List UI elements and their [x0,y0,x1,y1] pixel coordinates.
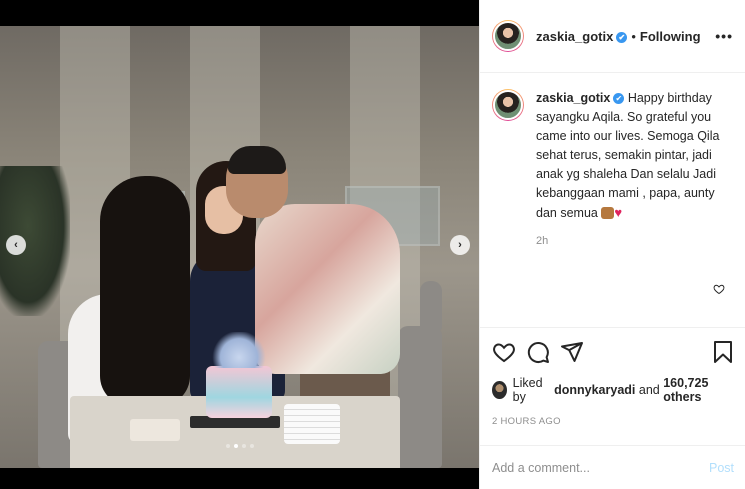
likes-prefix: Liked by [512,376,543,404]
action-bar [492,328,734,376]
likes-summary: Liked by donnykaryadi and 160,725 others [492,376,734,404]
like-button[interactable] [492,340,516,364]
heart-icon [493,343,515,363]
caption-username[interactable]: zaskia_gotix [536,91,610,105]
birthday-cake [206,366,272,418]
caption-avatar[interactable] [492,89,524,121]
post-timestamp[interactable]: 2 HOURS AGO [492,416,734,427]
woman-hair [100,176,190,406]
man-figure [255,204,400,374]
liker-username[interactable]: donnykaryadi [554,383,635,397]
comments-section: zaskia_gotix ✔ Happy birthday sayangku Aq… [480,73,745,327]
likes-and: and [638,383,660,397]
heart-emoji-icon: ♥ [614,205,623,220]
caption-text: Happy birthday sayangku Aqila. So gratef… [536,91,720,220]
post-media: ‹ › [0,0,479,489]
man-hair [228,146,286,174]
liker-avatar[interactable] [492,381,507,399]
likes-count[interactable]: 160,725 others [663,376,734,404]
actions-area: Liked by donnykaryadi and 160,725 others… [480,327,745,433]
username-text[interactable]: zaskia_gotix [536,29,613,44]
heart-outline-icon [713,284,725,295]
avatar[interactable] [492,20,524,52]
comment-input[interactable] [492,460,709,475]
post-header: zaskia_gotix ✔ • Following ••• [480,0,745,73]
comment-icon [527,342,549,363]
separator-dot: • [631,28,636,44]
post-button[interactable]: Post [709,461,734,475]
comment-form: Post [480,445,745,489]
share-button[interactable] [560,340,584,364]
comment-button[interactable] [526,340,550,364]
carousel-dot-active [233,444,238,448]
carousel-dot [249,444,254,448]
carousel-dot [225,444,230,448]
plates-stack [284,404,340,444]
verified-badge-icon: ✔ [613,93,625,104]
cake-decoration [212,332,266,368]
post-photo[interactable] [0,26,479,468]
carousel-next-button[interactable]: › [450,235,470,255]
share-icon [561,342,583,362]
post-sidebar: zaskia_gotix ✔ • Following ••• zaskia_got… [479,0,745,489]
header-username[interactable]: zaskia_gotix ✔ [536,29,628,44]
more-options-icon[interactable]: ••• [715,28,733,44]
caption-time[interactable]: 2h [536,235,733,247]
carousel-dot [241,444,246,448]
bookmark-icon [714,341,732,363]
save-button[interactable] [712,340,734,364]
carousel-indicator [0,444,479,448]
napkins [130,419,180,441]
cookie-emoji-icon [601,207,615,219]
following-button[interactable]: Following [640,29,701,44]
chair [420,281,442,331]
caption-like-icon[interactable] [713,283,725,298]
carousel-prev-button[interactable]: ‹ [6,235,26,255]
caption: zaskia_gotix ✔ Happy birthday sayangku Aq… [492,89,733,223]
caption-text-block: zaskia_gotix ✔ Happy birthday sayangku Aq… [536,89,726,223]
verified-badge-icon: ✔ [616,31,628,43]
